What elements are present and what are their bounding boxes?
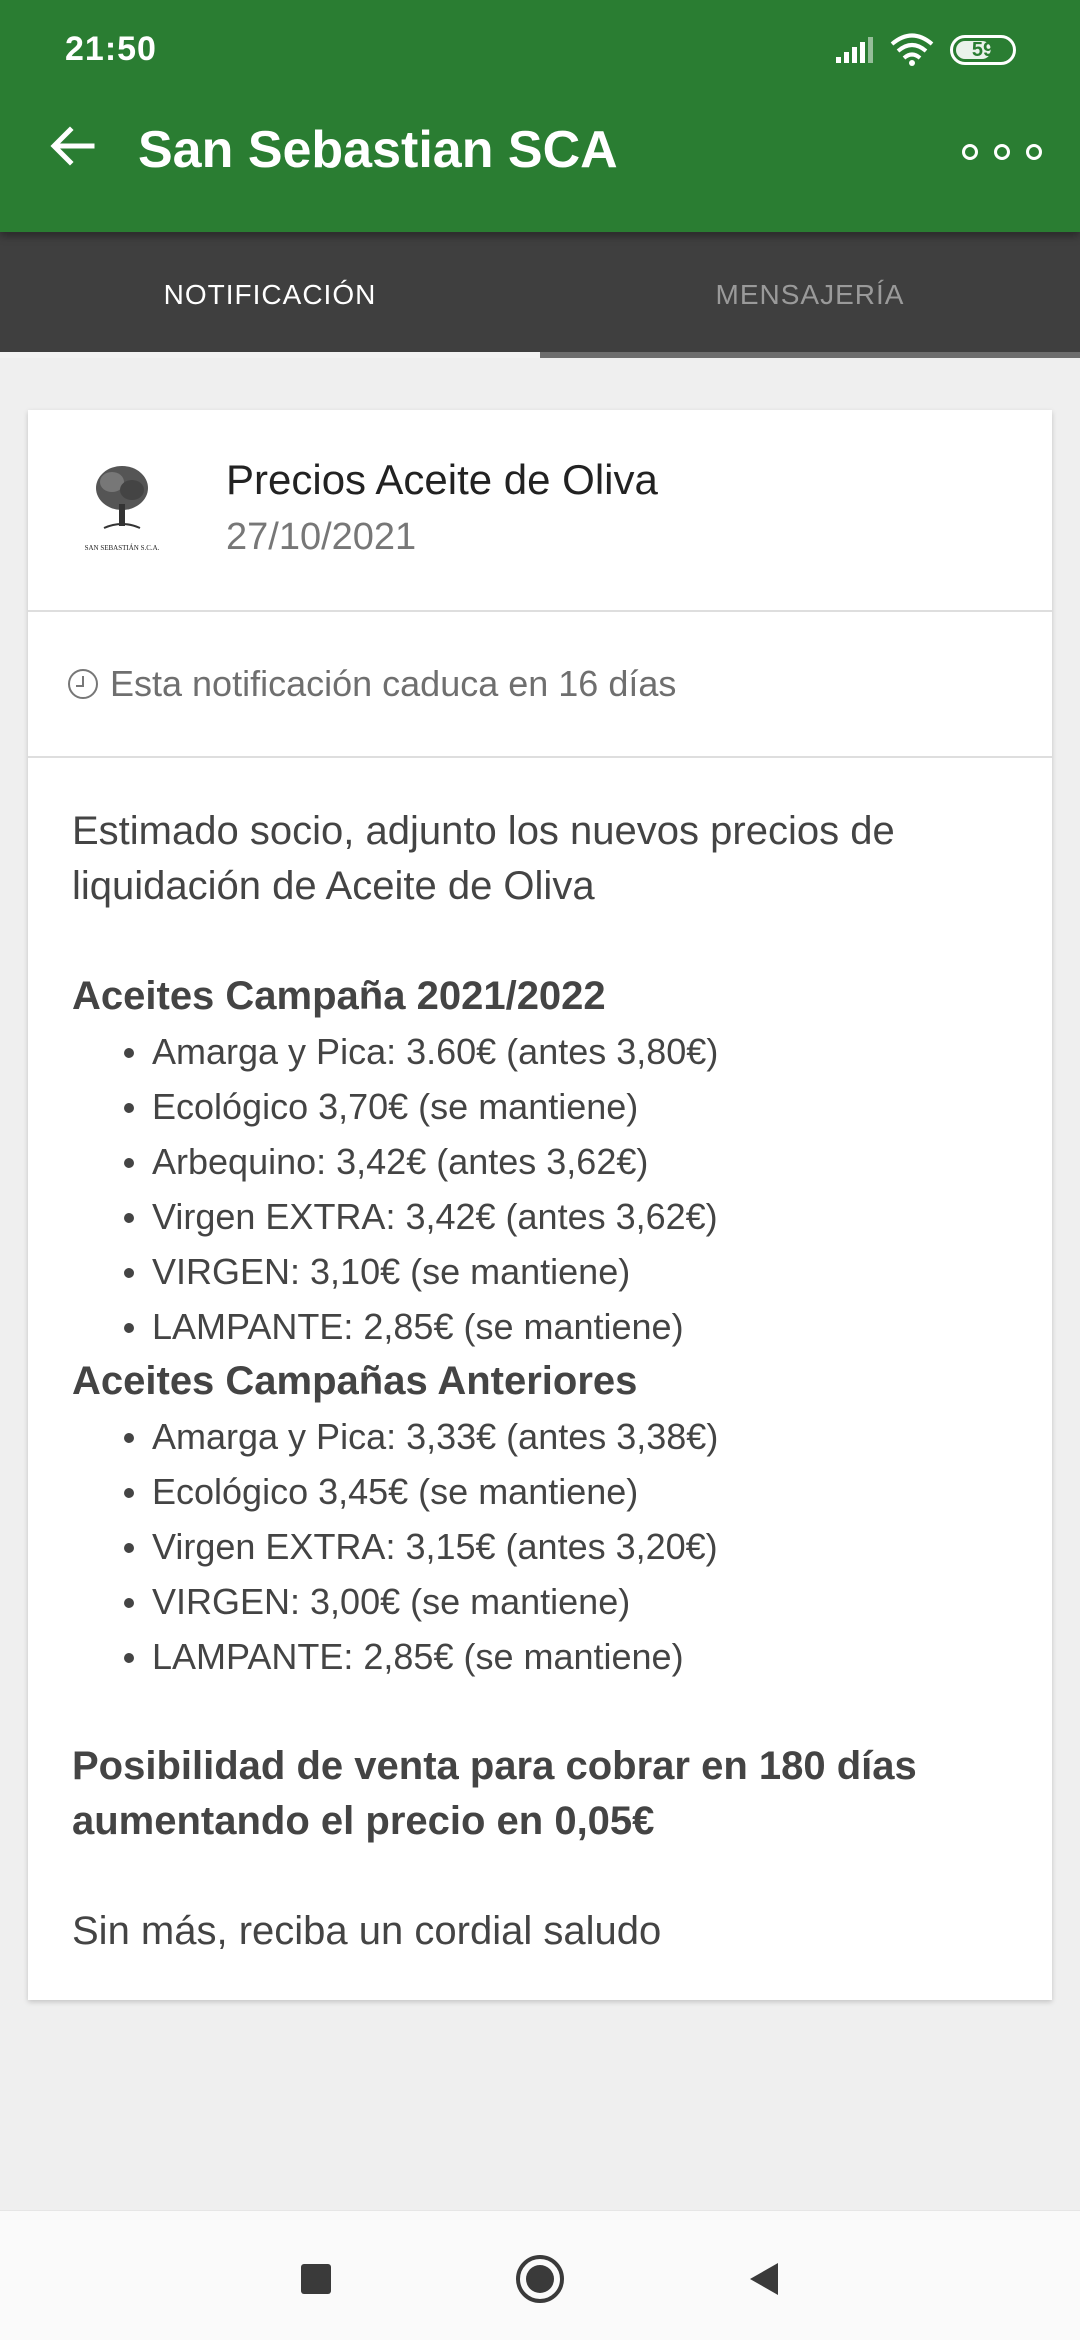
list-item: Arbequino: 3,42€ (antes 3,62€) [124, 1134, 1008, 1189]
list-item: LAMPANTE: 2,85€ (se mantiene) [124, 1299, 1008, 1354]
intro-text: Estimado socio, adjunto los nuevos preci… [72, 809, 895, 908]
status-bar: 21:50 59 [0, 0, 1080, 100]
cooperative-logo: SAN SEBASTIÁN S.C.A. [85, 466, 160, 552]
clock-icon [68, 669, 98, 699]
list-item: Virgen EXTRA: 3,15€ (antes 3,20€) [124, 1519, 1008, 1574]
signal-icon [836, 37, 873, 63]
more-options-button[interactable] [962, 130, 1042, 174]
notification-header: SAN SEBASTIÁN S.C.A. Precios Aceite de O… [28, 410, 1052, 612]
system-nav-bar [0, 2210, 1080, 2340]
section-heading: Aceites Campaña 2021/2022 [72, 974, 606, 1018]
status-time: 21:50 [65, 30, 157, 68]
home-circle-icon [516, 2255, 564, 2303]
system-back-button[interactable] [736, 2251, 792, 2307]
app-header: 21:50 59 San Sebastian SCA [0, 0, 1080, 232]
section-heading: Aceites Campañas Anteriores [72, 1359, 638, 1403]
svg-text:SAN SEBASTIÁN S.C.A.: SAN SEBASTIÁN S.C.A. [85, 544, 160, 552]
more-dots-icon [962, 144, 978, 160]
back-triangle-icon [750, 2263, 778, 2295]
notification-card: SAN SEBASTIÁN S.C.A. Precios Aceite de O… [28, 410, 1052, 2000]
expiry-row: Esta notificación caduca en 16 días [28, 612, 1052, 758]
recents-button[interactable] [288, 2251, 344, 2307]
price-list: Amarga y Pica: 3.60€ (antes 3,80€) Ecoló… [72, 1024, 1008, 1354]
arrow-left-icon [50, 126, 95, 166]
list-item: Ecológico 3,70€ (se mantiene) [124, 1079, 1008, 1134]
battery-level: 59 [971, 38, 995, 61]
notification-body: Estimado socio, adjunto los nuevos preci… [28, 758, 1052, 1959]
list-item: LAMPANTE: 2,85€ (se mantiene) [124, 1629, 1008, 1684]
tab-notificacion[interactable]: NOTIFICACIÓN [0, 232, 540, 358]
sale-note: Posibilidad de venta para cobrar en 180 … [72, 1744, 917, 1843]
tab-mensajeria[interactable]: MENSAJERÍA [540, 232, 1080, 358]
notification-title: Precios Aceite de Oliva [226, 456, 658, 503]
list-item: VIRGEN: 3,10€ (se mantiene) [124, 1244, 1008, 1299]
notification-date: 27/10/2021 [226, 516, 417, 558]
battery-icon: 59 [950, 35, 1016, 65]
price-list: Amarga y Pica: 3,33€ (antes 3,38€) Ecoló… [72, 1409, 1008, 1684]
back-button[interactable] [44, 118, 100, 174]
list-item: Virgen EXTRA: 3,42€ (antes 3,62€) [124, 1189, 1008, 1244]
wifi-icon [890, 33, 934, 66]
expiry-text: Esta notificación caduca en 16 días [110, 663, 677, 704]
status-icons: 59 [834, 28, 1016, 72]
tab-bar: NOTIFICACIÓN MENSAJERÍA [0, 232, 1080, 358]
closing-text: Sin más, reciba un cordial saludo [72, 1909, 662, 1953]
list-item: VIRGEN: 3,00€ (se mantiene) [124, 1574, 1008, 1629]
page-title: San Sebastian SCA [138, 121, 618, 179]
list-item: Amarga y Pica: 3,33€ (antes 3,38€) [124, 1409, 1008, 1464]
recents-square-icon [301, 2264, 331, 2294]
list-item: Ecológico 3,45€ (se mantiene) [124, 1464, 1008, 1519]
list-item: Amarga y Pica: 3.60€ (antes 3,80€) [124, 1024, 1008, 1079]
home-button[interactable] [512, 2251, 568, 2307]
